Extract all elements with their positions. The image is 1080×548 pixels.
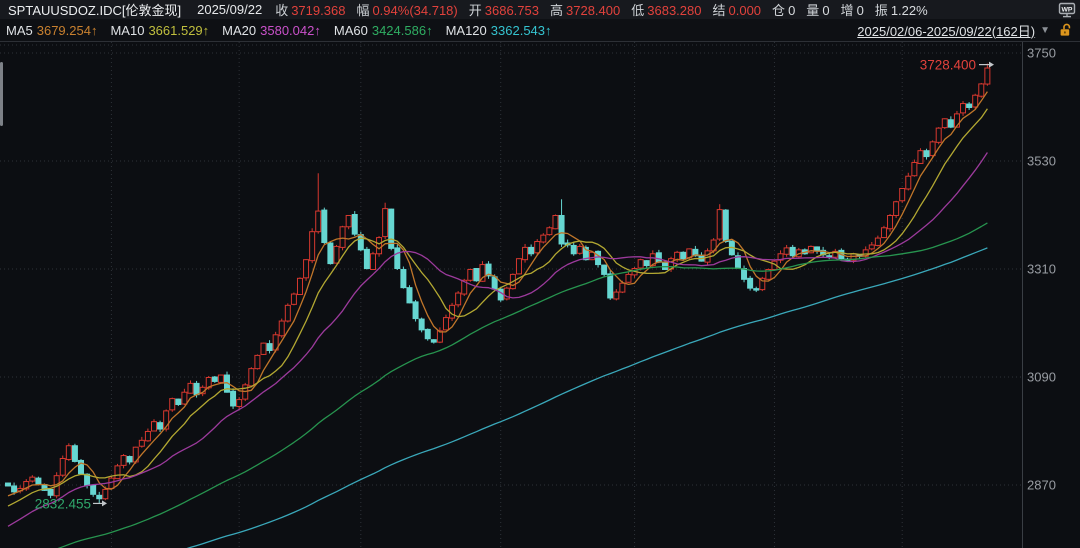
- ma-legend-ma120[interactable]: MA1203362.543↑: [446, 23, 552, 38]
- y-axis-label: 3310: [1027, 262, 1056, 277]
- ma-legend-ma5[interactable]: MA53679.254↑: [6, 23, 97, 38]
- svg-text:3728.400: 3728.400: [920, 58, 976, 73]
- quote-field-amplitude: 振1.22%: [875, 0, 928, 19]
- high-marker: 3728.400: [920, 58, 994, 73]
- ma-legend-bar: MA53679.254↑ MA103661.529↑ MA203580.042↑ MA…: [0, 19, 1080, 41]
- quote-field-increase: 增0: [841, 0, 864, 19]
- quote-field-change: 幅0.94%(34.718): [356, 0, 457, 19]
- ma-legend-ma60[interactable]: MA603424.586↑: [334, 23, 433, 38]
- left-scrollbar-thumb[interactable]: [0, 62, 3, 126]
- ma10-line: [8, 109, 987, 506]
- y-axis-label: 3750: [1027, 46, 1056, 61]
- ma-legend-items: MA53679.254↑ MA103661.529↑ MA203580.042↑ MA…: [6, 23, 565, 38]
- grid-lines: [0, 42, 1023, 548]
- y-axis-labels: 3750 3530 3310 3090 2870: [1027, 46, 1056, 493]
- y-axis-label: 3530: [1027, 154, 1056, 169]
- wp-monitor-icon[interactable]: WP: [1058, 2, 1077, 18]
- date-range-selector[interactable]: 2025/02/06-2025/09/22(162日): [857, 21, 1035, 40]
- candle-bodies: [6, 68, 990, 499]
- quote-field-volume: 量0: [806, 0, 829, 19]
- trading-app-window: { "header": { "symbol": "SPTAUUSDOZ.IDC[…: [0, 0, 1080, 548]
- quote-field-high: 高3728.400: [550, 0, 620, 19]
- ma-legend-ma10[interactable]: MA103661.529↑: [110, 23, 209, 38]
- svg-text:WP: WP: [1062, 6, 1073, 13]
- ma120-line: [8, 248, 987, 548]
- quote-field-close: 收3719.368: [275, 0, 345, 19]
- chevron-down-icon[interactable]: ▼: [1040, 25, 1050, 36]
- unlock-icon[interactable]: [1059, 23, 1073, 37]
- y-axis-label: 3090: [1027, 370, 1056, 385]
- quote-field-open: 开3686.753: [469, 0, 539, 19]
- quote-date: 2025/09/22: [197, 2, 262, 17]
- ma5-line: [8, 92, 987, 496]
- quote-bar: SPTAUUSDOZ.IDC[伦敦金现] 2025/09/22 收3719.36…: [0, 0, 1080, 19]
- candle-wicks: [8, 64, 987, 504]
- symbol-name[interactable]: SPTAUUSDOZ.IDC[伦敦金现]: [8, 0, 181, 19]
- low-marker: 2832.455: [35, 496, 107, 511]
- ma60-line: [8, 223, 987, 548]
- quote-fields: 收3719.368 幅0.94%(34.718) 开3686.753 高3728.40…: [275, 0, 939, 19]
- y-axis-label: 2870: [1027, 478, 1056, 493]
- quote-field-settle: 结0.000: [712, 0, 761, 19]
- ma-legend-ma20[interactable]: MA203580.042↑: [222, 23, 321, 38]
- quote-field-low: 低3683.280: [631, 0, 701, 19]
- ma20-line: [8, 153, 987, 527]
- quote-field-position: 仓0: [772, 0, 795, 19]
- candlestick-chart[interactable]: 3750 3530 3310 3090 2870 3728.400 2832.455: [0, 42, 1080, 548]
- svg-text:2832.455: 2832.455: [35, 496, 91, 511]
